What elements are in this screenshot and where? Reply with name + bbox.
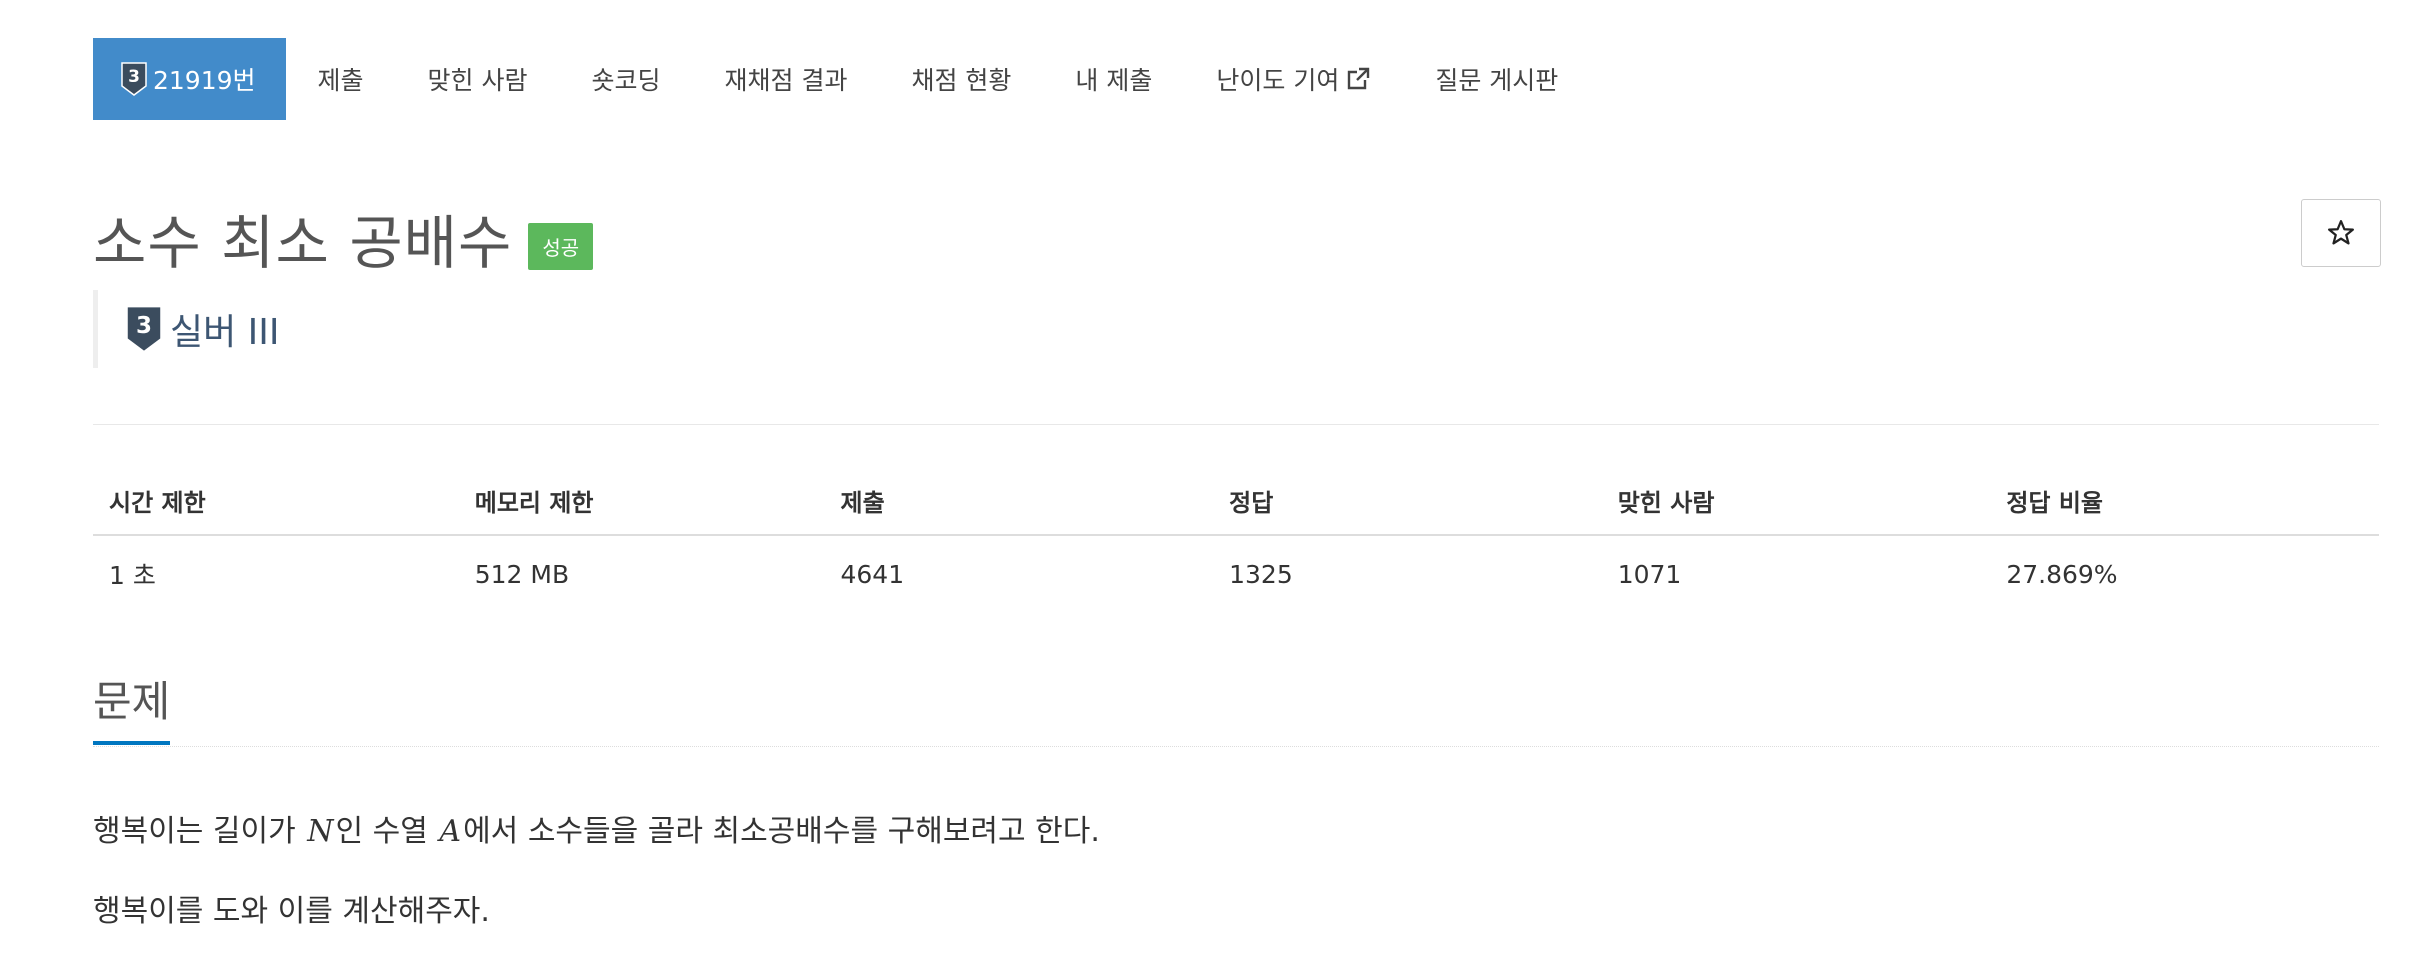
description-text: 인 수열 xyxy=(335,814,438,849)
table-row: 1 초 512 MB 4641 1325 1071 27.869% xyxy=(93,535,2379,612)
tab-difficulty[interactable]: 난이도 기여 xyxy=(1184,38,1403,120)
star-icon xyxy=(2328,220,2354,245)
table-header-solvers: 맞힌 사람 xyxy=(1601,466,1991,536)
table-header-submissions: 제출 xyxy=(824,466,1214,536)
tab-shortcoding[interactable]: 숏코딩 xyxy=(560,38,693,120)
table-header-accepted: 정답 xyxy=(1213,466,1602,536)
table-header-time-limit: 시간 제한 xyxy=(93,466,459,536)
tab-solvers[interactable]: 맞힌 사람 xyxy=(396,38,560,120)
solvers-value: 1071 xyxy=(1617,559,1682,589)
ratio-value: 27.869% xyxy=(2006,559,2118,589)
problem-info-table: 시간 제한 메모리 제한 제출 정답 맞힌 사람 정답 비율 1 초 512 M… xyxy=(93,466,2379,612)
tab-rejudge[interactable]: 재채점 결과 xyxy=(693,38,880,120)
table-header-row: 시간 제한 메모리 제한 제출 정답 맞힌 사람 정답 비율 xyxy=(93,466,2379,536)
description-text: 행복이는 길이가 xyxy=(93,814,306,849)
silver-tier-icon: 3 xyxy=(121,62,147,96)
math-variable-n: N xyxy=(307,814,334,849)
favorite-button[interactable] xyxy=(2301,199,2381,267)
problem-tier: 3 실버 III xyxy=(93,290,280,368)
problem-menu: 3 21919번 제출 맞힌 사람 숏코딩 재채점 결과 채점 현황 내 제출 … xyxy=(93,38,1590,120)
table-header-ratio: 정답 비율 xyxy=(1990,466,2379,536)
tab-problem-label: 21919번 xyxy=(153,66,256,95)
tab-difficulty-label: 난이도 기여 xyxy=(1216,66,1340,95)
tab-status[interactable]: 채점 현황 xyxy=(879,38,1043,120)
problem-header: 소수 최소 공배수 성공 xyxy=(93,196,594,280)
memory-limit-value: 512 MB xyxy=(474,559,570,589)
math-variable-a: A xyxy=(439,814,462,849)
svg-text:3: 3 xyxy=(128,67,140,87)
silver-tier-icon: 3 xyxy=(127,307,161,351)
problem-title: 소수 최소 공배수 xyxy=(93,209,513,277)
external-link-icon xyxy=(1348,67,1370,90)
description-text: 에서 소수들을 골라 최소공배수를 구해보려고 한다. xyxy=(463,814,1100,849)
tab-board[interactable]: 질문 게시판 xyxy=(1403,38,1590,120)
tab-submit[interactable]: 제출 xyxy=(286,38,396,120)
time-limit-value: 1 초 xyxy=(109,561,156,590)
problem-section-header: 문제 xyxy=(93,668,2379,747)
problem-description-line-1: 행복이는 길이가 N인 수열 A에서 소수들을 골라 최소공배수를 구해보려고 … xyxy=(93,806,1100,850)
tab-my-submissions[interactable]: 내 제출 xyxy=(1043,38,1184,120)
submissions-value: 4641 xyxy=(840,559,905,589)
problem-description-line-2: 행복이를 도와 이를 계산해주자. xyxy=(93,894,490,929)
tier-label[interactable]: 실버 III xyxy=(170,303,280,355)
table-header-memory-limit: 메모리 제한 xyxy=(458,466,825,536)
accepted-value: 1325 xyxy=(1229,559,1293,589)
tab-problem[interactable]: 3 21919번 xyxy=(93,38,286,120)
section-title: 문제 xyxy=(93,668,171,745)
svg-text:3: 3 xyxy=(136,313,152,339)
result-badge: 성공 xyxy=(528,222,594,270)
divider xyxy=(93,424,2379,425)
